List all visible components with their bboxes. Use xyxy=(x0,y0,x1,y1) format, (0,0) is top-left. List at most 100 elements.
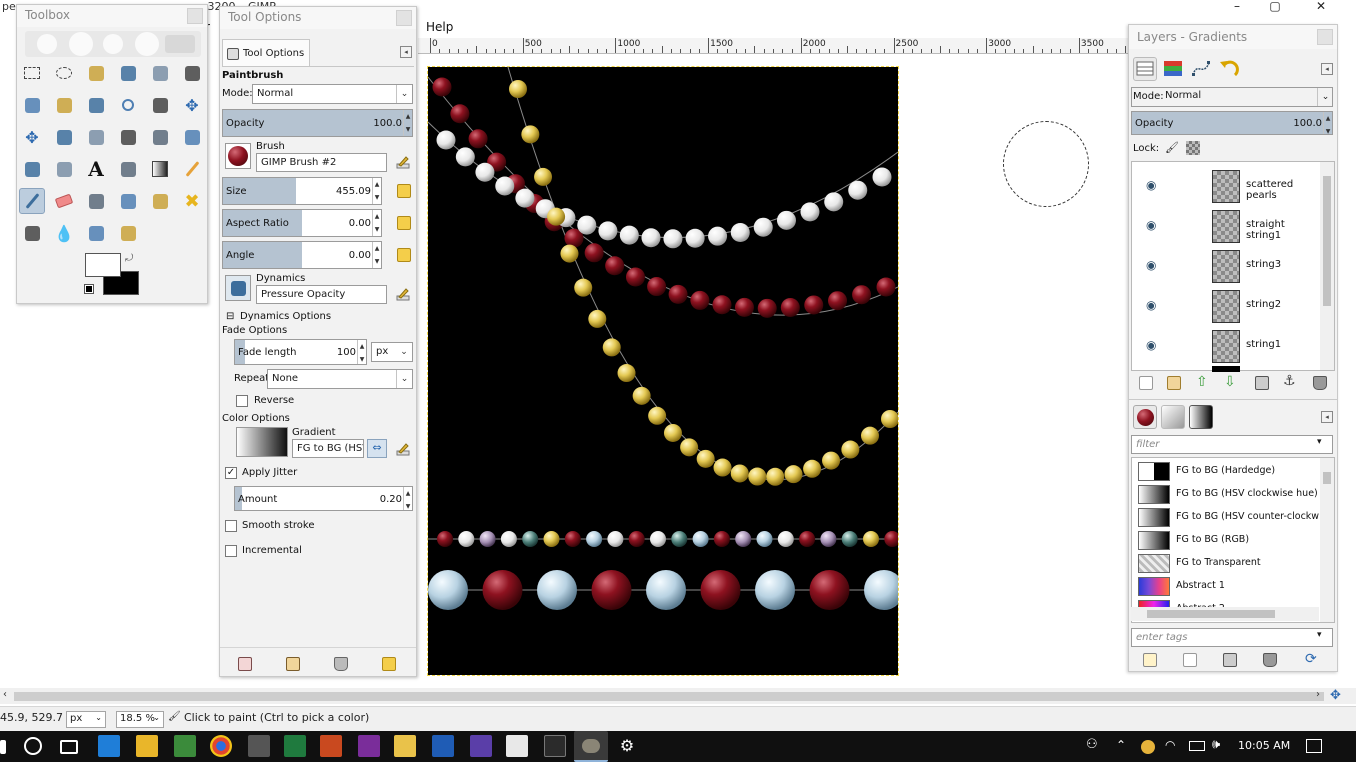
wilber-drop-area[interactable] xyxy=(25,31,201,57)
layers-dock-close-button[interactable] xyxy=(1317,29,1333,45)
new-layer-icon[interactable] xyxy=(1139,376,1153,390)
delete-gradient-icon[interactable] xyxy=(1263,653,1277,667)
anchor-layer-icon[interactable]: ⚓ xyxy=(1283,373,1296,389)
bucket-fill-icon[interactable] xyxy=(115,156,141,182)
app-icon[interactable] xyxy=(470,735,492,757)
opacity-spinner[interactable]: ▲ ▼ xyxy=(403,110,412,136)
layer-row[interactable]: ◉ string1 xyxy=(1136,326,1322,366)
align-icon[interactable]: ✥ xyxy=(19,124,45,150)
incremental-checkbox[interactable] xyxy=(225,545,237,557)
eye-icon[interactable]: ◉ xyxy=(1146,218,1156,232)
edit-gradient-icon[interactable] xyxy=(396,442,410,456)
angle-slider[interactable]: Angle 0.00 ▲ ▼ xyxy=(222,241,382,269)
swap-colors-icon[interactable]: ⤾ xyxy=(125,253,133,264)
dynamics-options-label[interactable]: Dynamics Options xyxy=(240,311,331,322)
opacity-slider[interactable]: Opacity 100.0 ▲ ▼ xyxy=(222,109,413,137)
default-colors-icon[interactable] xyxy=(84,284,94,294)
crop-icon[interactable] xyxy=(51,124,77,150)
edit-gradient-button-icon[interactable] xyxy=(1143,653,1157,667)
close-button[interactable]: ✕ xyxy=(1306,0,1336,14)
delete-layer-icon[interactable] xyxy=(1313,376,1327,390)
fade-length-slider[interactable]: Fade length 100 ▲ ▼ xyxy=(234,339,367,365)
gradient-row[interactable]: Abstract 1 xyxy=(1136,575,1318,597)
blur-icon[interactable]: 💧 xyxy=(51,220,77,246)
dodge-burn-icon[interactable] xyxy=(115,220,141,246)
save-preset-icon[interactable] xyxy=(238,657,252,671)
pencil-icon[interactable] xyxy=(179,156,205,182)
eye-icon[interactable]: ◉ xyxy=(1146,178,1156,192)
size-spinner[interactable]: ▲ ▼ xyxy=(372,178,381,204)
layers-tab-icon[interactable] xyxy=(1133,57,1157,81)
airbrush-icon[interactable] xyxy=(83,188,109,214)
shear-icon[interactable] xyxy=(147,124,173,150)
gradient-row[interactable]: FG to Transparent xyxy=(1136,552,1318,574)
fade-length-spinner[interactable]: ▲ ▼ xyxy=(357,340,366,364)
search-icon[interactable] xyxy=(24,737,42,755)
foreground-color-swatch[interactable] xyxy=(85,253,121,277)
rotate-icon[interactable] xyxy=(83,124,109,150)
fuzzy-select-icon[interactable] xyxy=(115,60,141,86)
ink-icon[interactable] xyxy=(115,188,141,214)
wifi-icon[interactable]: ◠ xyxy=(1165,738,1175,752)
lock-alpha-icon[interactable] xyxy=(1186,141,1200,155)
scroll-left-icon[interactable]: ‹ xyxy=(3,689,7,700)
unit-select[interactable]: px ⌄ xyxy=(66,711,106,728)
paths-tab-icon[interactable] xyxy=(1189,57,1213,81)
gradient-preview[interactable] xyxy=(236,427,288,457)
maximize-button[interactable]: ▢ xyxy=(1260,0,1290,14)
duplicate-gradient-icon[interactable] xyxy=(1223,653,1237,667)
gradient-field[interactable]: FG to BG (HSV xyxy=(292,439,364,458)
edit-dynamics-icon[interactable] xyxy=(396,287,410,301)
task-view-icon[interactable] xyxy=(60,740,78,754)
fg-bg-colors[interactable]: ⤾ xyxy=(84,253,145,299)
word-icon[interactable] xyxy=(432,735,454,757)
dock-menu-icon[interactable]: ◂ xyxy=(400,46,412,58)
scale-icon[interactable] xyxy=(115,124,141,150)
layer-row[interactable]: ◉ string3 xyxy=(1136,246,1322,286)
people-icon[interactable]: ⚇ xyxy=(1086,737,1098,752)
toolbox-close-button[interactable] xyxy=(187,8,203,24)
edge-icon[interactable] xyxy=(98,735,120,757)
smooth-stroke-checkbox[interactable] xyxy=(225,520,237,532)
size-slider[interactable]: Size 455.09 ▲ ▼ xyxy=(222,177,382,205)
undo-history-tab-icon[interactable] xyxy=(1217,57,1241,81)
amount-spinner[interactable]: ▲ ▼ xyxy=(403,487,412,510)
taskbar-clock[interactable]: 10:05 AM xyxy=(1238,739,1290,752)
onenote-icon[interactable] xyxy=(358,735,380,757)
rect-select-icon[interactable] xyxy=(19,60,45,86)
cage-icon[interactable] xyxy=(51,156,77,182)
tool-options-close-button[interactable] xyxy=(396,10,412,26)
blend-icon[interactable] xyxy=(147,156,173,182)
dynamics-icon[interactable] xyxy=(225,275,251,301)
collapse-icon[interactable]: ⊟ xyxy=(226,311,234,322)
eye-icon[interactable]: ◉ xyxy=(1146,338,1156,352)
gradients-hscroll[interactable] xyxy=(1131,607,1319,621)
start-button[interactable] xyxy=(0,740,6,754)
angle-spinner[interactable]: ▲ ▼ xyxy=(372,242,381,268)
gradient-tags-input[interactable]: enter tags xyxy=(1131,628,1333,647)
navigate-icon[interactable]: ✥ xyxy=(1330,688,1341,703)
settings-gear-icon[interactable]: ⚙ xyxy=(616,735,638,757)
brushes-tab-icon[interactable] xyxy=(1133,405,1157,429)
text-icon[interactable]: A xyxy=(83,156,109,182)
zoom-select[interactable]: 18.5 % ⌄ xyxy=(116,711,164,728)
dynamics-field[interactable]: Pressure Opacity xyxy=(256,285,387,304)
reverse-gradient-icon[interactable]: ⇔ xyxy=(367,439,387,458)
foreground-select-icon[interactable] xyxy=(19,92,45,118)
brush-name-field[interactable]: GIMP Brush #2 xyxy=(256,153,387,172)
brush-preview[interactable] xyxy=(225,143,251,169)
lower-layer-icon[interactable]: ⇩ xyxy=(1224,374,1236,390)
jitter-amount-slider[interactable]: Amount 0.20 ▲ ▼ xyxy=(234,486,413,511)
gradients-dock-menu-icon[interactable]: ◂ xyxy=(1321,411,1333,423)
zoom-icon[interactable] xyxy=(115,92,141,118)
tray-app-icon[interactable] xyxy=(1141,740,1155,754)
gradient-row[interactable]: FG to BG (HSV clockwise hue) xyxy=(1136,483,1318,505)
gimp-taskbar-icon[interactable] xyxy=(574,731,608,762)
file-explorer-icon[interactable] xyxy=(394,735,416,757)
volume-icon[interactable]: 🕪 xyxy=(1212,737,1220,752)
aspect-ratio-slider[interactable]: Aspect Ratio 0.00 ▲ ▼ xyxy=(222,209,382,237)
calculator-icon[interactable] xyxy=(248,735,270,757)
delete-preset-icon[interactable] xyxy=(334,657,348,671)
new-gradient-icon[interactable] xyxy=(1183,653,1197,667)
menu-help[interactable]: Help xyxy=(426,20,453,34)
